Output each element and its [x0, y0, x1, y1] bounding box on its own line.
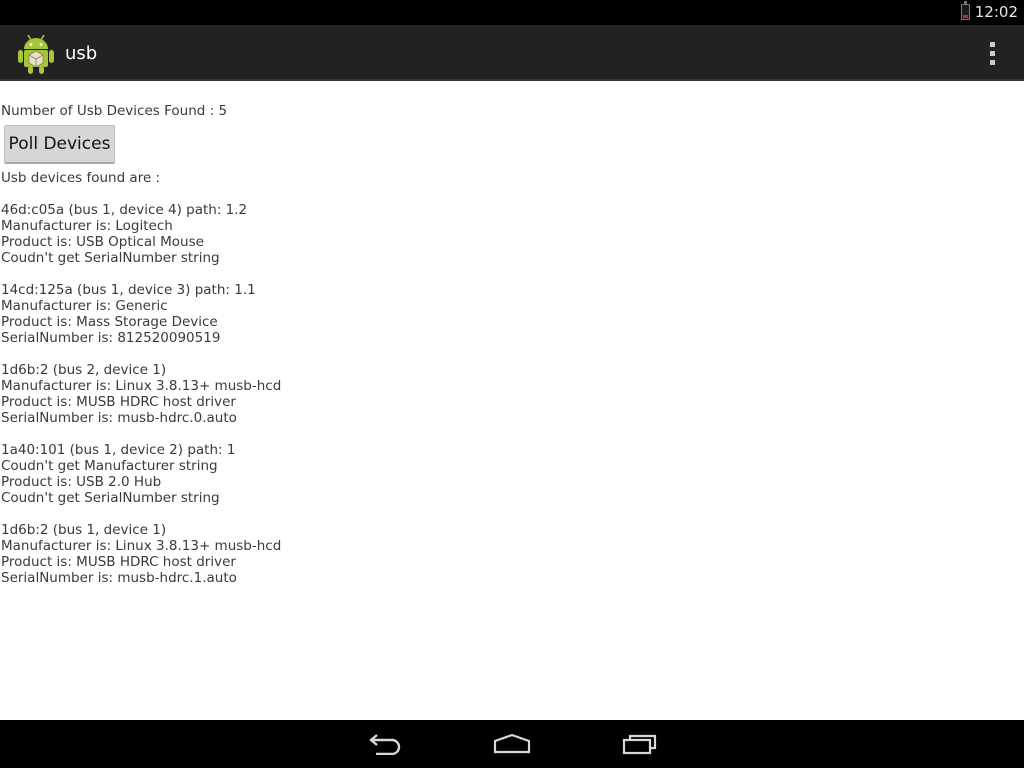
device-info-line: SerialNumber is: musb-hdrc.0.auto — [1, 410, 237, 426]
device-info-line: Product is: Mass Storage Device — [1, 314, 218, 330]
battery-icon — [961, 1, 970, 20]
poll-devices-button[interactable]: Poll Devices — [4, 125, 115, 164]
device-info-line: Product is: MUSB HDRC host driver — [1, 554, 236, 570]
device-info-line: Manufacturer is: Linux 3.8.13+ musb-hcd — [1, 378, 282, 394]
status-bar: 12:02 — [0, 0, 1024, 25]
device-info-line: Coudn't get SerialNumber string — [1, 250, 220, 266]
device-info-line: 14cd:125a (bus 1, device 3) path: 1.1 — [1, 282, 256, 298]
device-entry: 14cd:125a (bus 1, device 3) path: 1.1 Man… — [1, 282, 281, 346]
device-info-line: SerialNumber is: 812520090519 — [1, 330, 221, 346]
device-info-line: SerialNumber is: musb-hdrc.1.auto — [1, 570, 237, 586]
device-info-line: Product is: USB 2.0 Hub — [1, 474, 162, 490]
home-icon[interactable] — [482, 728, 542, 760]
device-info-line: 1d6b:2 (bus 2, device 1) — [1, 362, 167, 378]
clock: 12:02 — [974, 3, 1018, 21]
device-info-line: Product is: USB Optical Mouse — [1, 234, 204, 250]
device-entry: 1d6b:2 (bus 1, device 1) Manufacturer is:… — [1, 522, 281, 586]
device-info-line: Manufacturer is: Logitech — [1, 218, 173, 234]
device-info-line: Coudn't get SerialNumber string — [1, 490, 220, 506]
main-content: Number of Usb Devices Found : 5 Poll Dev… — [0, 81, 1024, 720]
device-info-line: 1d6b:2 (bus 1, device 1) — [1, 522, 167, 538]
device-list: 46d:c05a (bus 1, device 4) path: 1.2 Manu… — [1, 202, 281, 602]
device-info-line: Coudn't get Manufacturer string — [1, 458, 218, 474]
device-info-line: Manufacturer is: Generic — [1, 298, 168, 314]
app-title: usb — [65, 43, 98, 64]
overflow-menu-icon[interactable] — [980, 39, 1004, 67]
recents-icon[interactable] — [610, 728, 670, 760]
device-count-label: Number of Usb Devices Found : — [1, 103, 219, 119]
device-info-line: 1a40:101 (bus 1, device 2) path: 1 — [1, 442, 236, 458]
device-info-line: Manufacturer is: Linux 3.8.13+ musb-hcd — [1, 538, 282, 554]
device-info-line: 46d:c05a (bus 1, device 4) path: 1.2 — [1, 202, 248, 218]
device-entry: 46d:c05a (bus 1, device 4) path: 1.2 Manu… — [1, 202, 281, 266]
android-robot-icon[interactable] — [16, 31, 56, 75]
device-count-value: 5 — [218, 103, 228, 119]
device-entry: 1d6b:2 (bus 2, device 1) Manufacturer is:… — [1, 362, 281, 426]
device-info-line: Product is: MUSB HDRC host driver — [1, 394, 236, 410]
devices-found-label: Usb devices found are : — [1, 170, 161, 186]
action-bar: usb — [0, 25, 1024, 81]
device-count-text: Number of Usb Devices Found : 5 — [1, 103, 227, 119]
navigation-bar — [0, 720, 1024, 768]
device-entry: 1a40:101 (bus 1, device 2) path: 1 Coudn'… — [1, 442, 281, 506]
back-icon[interactable] — [354, 728, 414, 760]
